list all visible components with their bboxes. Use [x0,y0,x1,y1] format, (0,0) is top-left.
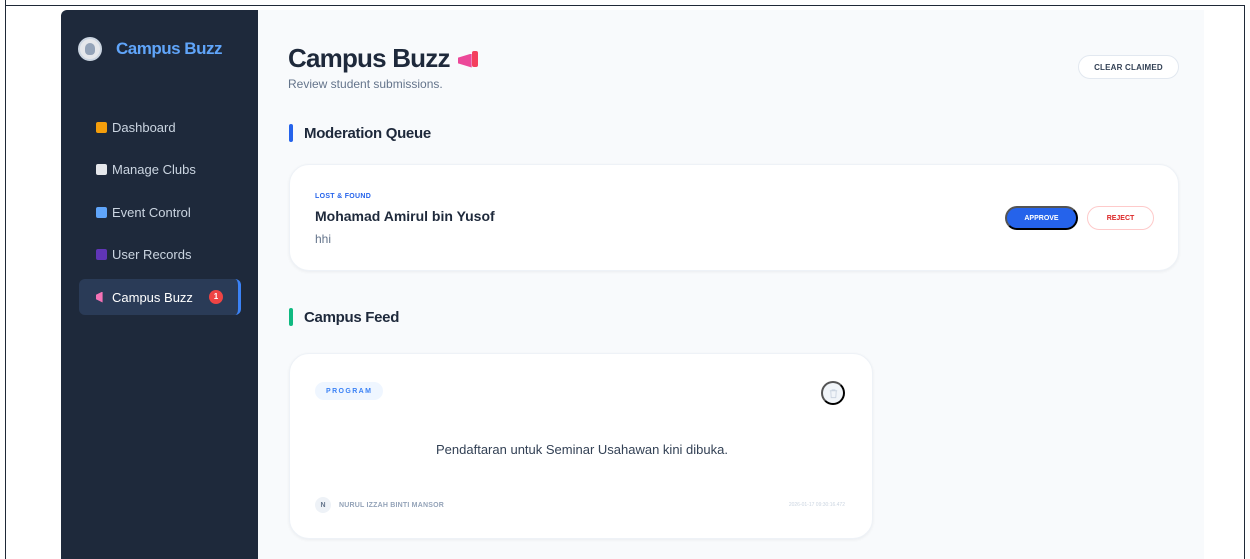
post-tag: PROGRAM [315,382,384,400]
sidebar-item-manage-clubs[interactable]: Manage Clubs [79,152,241,188]
reject-button[interactable]: REJECT [1087,206,1154,230]
bank-icon [96,164,107,175]
sidebar-item-label: Dashboard [112,119,176,135]
author-name: NURUL IZZAH BINTI MANSOR [339,501,444,509]
submission-category: LOST & FOUND [315,193,372,200]
section-accent-bar [289,124,293,142]
avatar: N [315,497,331,513]
brand-name: Campus Buzz [116,39,222,58]
megaphone-icon [96,291,103,303]
sidebar-item-dashboard[interactable]: Dashboard [79,109,241,145]
frame-border-top [5,5,1245,6]
section-accent-bar [289,308,293,326]
frame-border-right [1244,5,1245,559]
megaphone-icon [458,50,480,68]
sidebar-item-label: User Records [112,247,192,262]
feed-post-card: PROGRAM Pendaftaran untuk Seminar Usahaw… [289,353,873,539]
trash-icon [829,388,837,398]
notification-badge: 1 [209,290,223,304]
page-title-text: Campus Buzz [288,43,450,73]
campus-feed-heading: Campus Feed [289,308,399,326]
submission-text: hhi [315,232,332,246]
section-title: Moderation Queue [304,124,431,142]
home-icon [96,121,107,133]
sidebar-nav: Dashboard Manage Clubs Event Control Use… [79,109,241,322]
sidebar-item-label: Manage Clubs [112,162,196,177]
section-title: Campus Feed [304,308,400,326]
page-subtitle: Review student submissions. [288,77,443,91]
approve-button[interactable]: APPROVE [1005,206,1078,230]
university-logo-icon [78,37,102,61]
delete-post-button[interactable] [821,381,845,405]
sidebar-item-event-control[interactable]: Event Control [79,194,241,230]
calendar-icon [96,206,107,218]
sidebar-item-label: Campus Buzz [112,289,193,305]
post-text: Pendaftaran untuk Seminar Usahawan kini … [436,442,728,457]
users-icon [96,249,107,260]
clear-claimed-button[interactable]: CLEAR CLAIMED [1078,55,1179,79]
sidebar-item-campus-buzz[interactable]: Campus Buzz 1 [79,279,241,315]
post-timestamp: 2026-01-17 09:30:16.472 [788,502,845,508]
brand[interactable]: Campus Buzz [78,37,222,61]
sidebar: Campus Buzz Dashboard Manage Clubs Event… [61,10,258,559]
submitter-name: Mohamad Amirul bin Yusof [315,208,495,224]
sidebar-item-user-records[interactable]: User Records [79,237,241,273]
page-title: Campus Buzz [288,43,480,74]
moderation-card: LOST & FOUND Mohamad Amirul bin Yusof hh… [289,164,1179,271]
frame-border-left [5,0,6,559]
sidebar-item-label: Event Control [112,204,191,220]
main-content: Campus Buzz Review student submissions. … [258,10,1204,559]
moderation-queue-heading: Moderation Queue [289,124,431,142]
post-author: N NURUL IZZAH BINTI MANSOR [315,497,444,513]
